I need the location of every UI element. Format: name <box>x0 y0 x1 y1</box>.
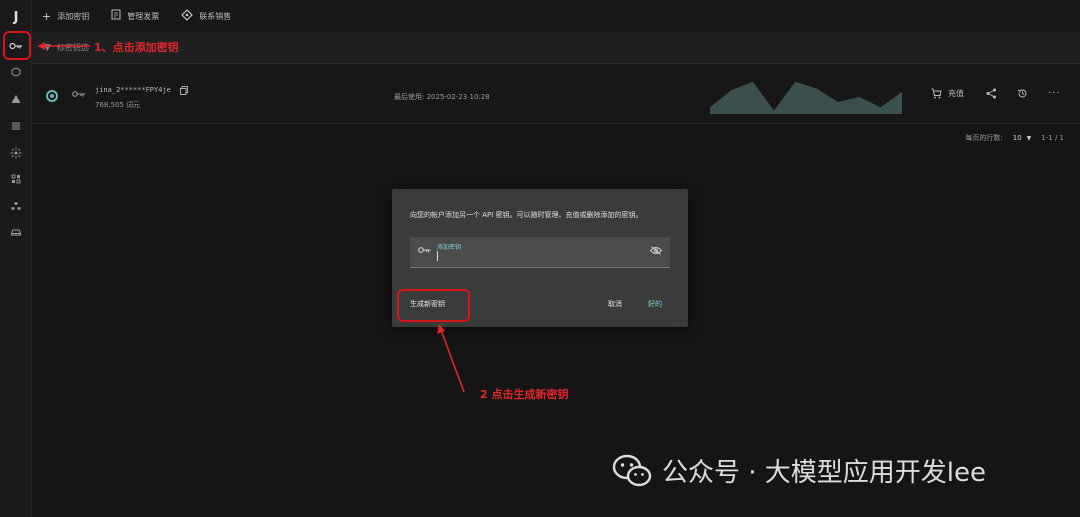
top-toolbar: + 添加密钥 管理发票 联系销售 <box>32 0 1080 32</box>
key-radio[interactable] <box>46 90 58 102</box>
share-icon[interactable] <box>986 88 997 99</box>
sparkline-area <box>710 81 902 114</box>
key-balance: 768,505 词元 <box>95 101 141 109</box>
key-field[interactable]: 添加密钥 <box>410 237 670 268</box>
rows-per-page-select[interactable]: 10 ▼ <box>1013 134 1032 142</box>
ok-button[interactable]: 好的 <box>648 299 662 309</box>
eye-off-icon[interactable] <box>649 246 663 258</box>
key-icon <box>418 246 431 257</box>
key-input[interactable] <box>437 251 637 261</box>
arrow-icon <box>38 42 90 50</box>
cancel-button[interactable]: 取消 <box>608 299 622 309</box>
plus-icon: + <box>42 9 52 23</box>
rows-per-page-label: 每页的行数: <box>965 134 1003 142</box>
arrow-icon <box>437 324 465 393</box>
pagination: 每页的行数: 10 ▼ 1-1 / 1 <box>965 133 1064 143</box>
grid-icon[interactable] <box>6 169 26 189</box>
dialog-message: 向您的帐户添加另一个 API 密钥。可以随时管理、充值或删除添加的密钥。 <box>410 211 643 219</box>
add-key-label: 添加密钥 <box>57 11 90 21</box>
contact-sales-label: 联系销售 <box>199 11 232 21</box>
list-icon[interactable] <box>6 116 26 136</box>
atom-icon[interactable] <box>6 143 26 163</box>
key-field-label: 添加密钥 <box>437 244 462 251</box>
usage-sparkline <box>710 81 902 114</box>
annotation-step2: 2 点击生成新密钥 <box>480 388 569 401</box>
annotation-step1: 1、点击添加密钥 <box>94 41 179 54</box>
manage-invoice-label: 管理发票 <box>127 11 160 21</box>
highlight-generate <box>397 289 470 322</box>
more-icon[interactable]: ··· <box>1048 88 1061 99</box>
app-logo[interactable]: J <box>8 10 24 26</box>
rows-per-page-value: 10 <box>1012 134 1022 142</box>
recharge-button[interactable]: 充值 <box>931 88 964 99</box>
last-used: 最后使用: 2025-02-23 10:28 <box>394 93 490 101</box>
selection-bar: ▼ 标密钥选 <box>32 32 1080 64</box>
tag-icon <box>181 8 193 24</box>
watermark-text: 公众号 · 大模型应用开发lee <box>662 458 987 488</box>
watermark: 公众号 · 大模型应用开发lee <box>612 452 986 489</box>
page-range: 1-1 / 1 <box>1041 134 1064 142</box>
api-key-row: jina_2******FPY4je 768,505 词元 最后使用: 2025… <box>32 64 1080 124</box>
copy-icon[interactable] <box>180 86 188 97</box>
key-name: jina_2******FPY4je <box>95 86 171 94</box>
history-icon[interactable] <box>1017 88 1028 99</box>
manage-invoice-button[interactable]: 管理发票 <box>111 9 159 23</box>
key-icon <box>72 90 86 101</box>
cube-icon[interactable] <box>6 62 26 82</box>
cart-icon <box>931 88 942 99</box>
wechat-icon <box>612 454 652 486</box>
caret-down-icon: ▼ <box>1026 134 1032 142</box>
nodes-icon[interactable] <box>6 196 26 216</box>
car-icon[interactable] <box>6 223 26 243</box>
contact-sales-button[interactable]: 联系销售 <box>181 8 232 24</box>
recharge-label: 充值 <box>948 89 964 98</box>
add-key-button[interactable]: + 添加密钥 <box>42 10 89 23</box>
side-rail: J <box>0 0 32 517</box>
triangle-icon[interactable] <box>6 89 26 109</box>
highlight-add-key <box>3 31 31 60</box>
invoice-icon <box>111 9 121 23</box>
